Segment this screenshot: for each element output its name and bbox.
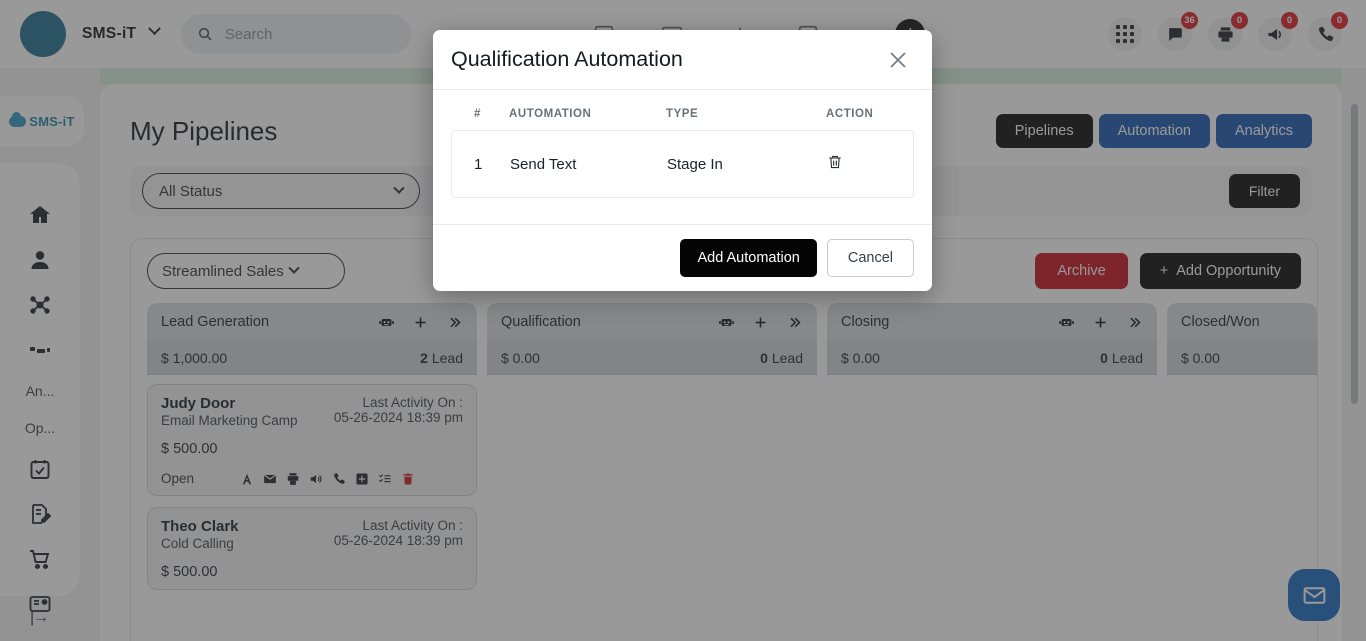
delete-trash-icon	[829, 155, 841, 169]
dialog-header: Qualification Automation	[433, 30, 932, 90]
cell-automation: Send Text	[510, 155, 577, 173]
table-header-row: # AUTOMATION TYPE ACTION	[451, 108, 914, 130]
qualification-automation-dialog: Qualification Automation # AUTOMATION TY…	[433, 30, 932, 291]
automation-table-headers: # AUTOMATION TYPE ACTION	[451, 108, 914, 130]
dialog-title: Qualification Automation	[451, 47, 683, 71]
cell-number: 1	[474, 155, 483, 173]
header-type: TYPE	[666, 108, 699, 120]
header-automation: AUTOMATION	[509, 108, 592, 120]
dialog-body: # AUTOMATION TYPE ACTION 1 Send Text Sta…	[433, 90, 932, 224]
close-icon	[890, 51, 906, 68]
close-button[interactable]	[886, 48, 910, 72]
cancel-button[interactable]: Cancel	[826, 239, 914, 277]
header-action: ACTION	[826, 108, 874, 120]
automation-table-body-wrap: 1 Send Text Stage In	[451, 130, 914, 198]
automation-table: 1 Send Text Stage In	[452, 131, 913, 197]
header-number: #	[474, 108, 481, 120]
table-row[interactable]: 1 Send Text Stage In	[452, 131, 913, 197]
add-automation-button[interactable]: Add Automation	[680, 239, 817, 277]
cell-action	[827, 131, 913, 197]
cell-type: Stage In	[667, 155, 723, 173]
dialog-footer: Add Automation Cancel	[433, 224, 932, 291]
delete-automation-button[interactable]	[827, 153, 843, 175]
